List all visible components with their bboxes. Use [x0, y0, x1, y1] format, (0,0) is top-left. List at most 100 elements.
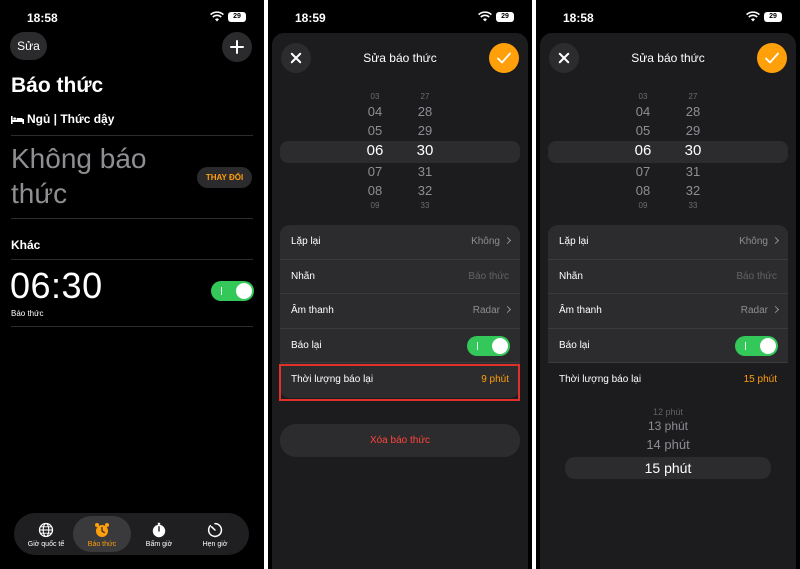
status-bar: 18:59 29 — [268, 0, 532, 34]
edit-alarm-screen: 18:59 29 Sửa báo thức 03 04 05 06 07 08 — [268, 0, 532, 569]
divider — [11, 218, 253, 219]
page-title: Báo thức — [11, 74, 104, 97]
minute-option: 27 — [688, 92, 698, 101]
minute-option: 32 — [417, 183, 433, 198]
chevron-right-icon — [771, 306, 780, 314]
snooze-toggle[interactable] — [467, 335, 510, 356]
other-section-label: Khác — [11, 238, 41, 252]
hour-option: 05 — [635, 123, 651, 138]
bed-icon — [11, 115, 24, 124]
edit-sheet: Sửa báo thức 03 04 05 06 07 08 09 27 28 … — [540, 33, 796, 569]
sound-row[interactable]: Âm thanh Radar — [280, 294, 520, 329]
row-value: Radar — [472, 305, 500, 317]
row-label: Âm thanh — [559, 305, 602, 317]
picker-selection-band — [280, 141, 520, 163]
row-label: Âm thanh — [291, 305, 334, 317]
snooze-duration-row[interactable]: Thời lượng báo lại 15 phút — [548, 363, 788, 398]
snooze-row: Báo lại — [548, 329, 788, 364]
label-input[interactable]: Báo thức — [468, 271, 509, 282]
snooze-option: 13 phút — [647, 419, 689, 433]
battery-icon: 29 — [764, 12, 782, 22]
toggle-knob — [236, 283, 252, 299]
chevron-right-icon — [503, 236, 512, 245]
minute-option: 27 — [420, 92, 430, 101]
tab-stopwatch[interactable]: Bấm giờ — [130, 516, 188, 552]
label-row[interactable]: Nhãn Báo thức — [280, 260, 520, 295]
status-time: 18:59 — [295, 11, 326, 25]
repeat-row[interactable]: Lặp lại Không — [280, 225, 520, 260]
snooze-option: 12 phút — [652, 407, 684, 417]
change-button[interactable]: THAY ĐỔI — [197, 167, 252, 188]
delete-alarm-button[interactable]: Xóa báo thức — [280, 424, 520, 457]
chevron-right-icon — [771, 236, 780, 245]
hour-option: 08 — [635, 183, 651, 198]
minute-wheel[interactable]: 27 28 29 30 31 32 33 — [673, 91, 713, 211]
tab-world-clock[interactable]: Giờ quốc tế — [17, 516, 75, 552]
hour-wheel[interactable]: 03 04 05 06 07 08 09 — [623, 91, 663, 211]
checkmark-icon — [765, 52, 779, 64]
stopwatch-icon — [152, 522, 166, 538]
settings-group: Lặp lại Không Nhãn Báo thức Âm thanh Rad… — [548, 225, 788, 398]
tab-label: Bấm giờ — [145, 541, 173, 548]
row-value: Radar — [740, 305, 768, 317]
toggle-on-mark — [221, 287, 222, 295]
alarm-toggle[interactable] — [211, 281, 254, 301]
label-input[interactable]: Báo thức — [736, 271, 777, 282]
save-button[interactable] — [757, 43, 787, 73]
tab-alarm[interactable]: Báo thức — [73, 516, 131, 552]
minute-option: 33 — [688, 201, 698, 210]
edit-button[interactable]: Sửa — [10, 32, 47, 60]
highlight-box — [279, 364, 520, 401]
status-time: 18:58 — [563, 11, 594, 25]
hour-option: 03 — [370, 92, 380, 101]
label-row[interactable]: Nhãn Báo thức — [548, 260, 788, 295]
row-label: Báo lại — [291, 339, 322, 351]
row-label: Thời lượng báo lại — [559, 374, 642, 386]
tab-timer[interactable]: Hẹn giờ — [186, 516, 244, 552]
row-value: Không — [739, 236, 768, 247]
minute-wheel[interactable]: 27 28 29 30 31 32 33 — [405, 91, 445, 211]
time-picker[interactable]: 03 04 05 06 07 08 09 27 28 29 30 31 32 3… — [540, 91, 796, 211]
minute-option: 31 — [417, 164, 433, 179]
hour-option: 04 — [635, 104, 651, 119]
toggle-on-mark — [477, 341, 478, 350]
minute-option: 33 — [420, 201, 430, 210]
divider — [11, 259, 253, 260]
wifi-icon — [478, 11, 492, 22]
minute-option: 28 — [685, 104, 701, 119]
minute-option: 29 — [417, 123, 433, 138]
row-label: Nhãn — [291, 270, 315, 282]
snooze-wheel[interactable]: 12 phút 13 phút 14 phút 15 phút — [540, 407, 796, 479]
row-label: Lặp lại — [291, 236, 321, 247]
snooze-option: 14 phút — [646, 437, 690, 452]
hour-wheel[interactable]: 03 04 05 06 07 08 09 — [355, 91, 395, 211]
snooze-duration-picker[interactable]: 12 phút 13 phút 14 phút 15 phút — [540, 407, 796, 487]
row-label: Nhãn — [559, 270, 583, 282]
edit-alarm-snooze-screen: 18:58 29 Sửa báo thức 03 04 05 06 07 08 — [536, 0, 800, 569]
status-bar: 18:58 29 — [536, 0, 800, 34]
time-picker[interactable]: 03 04 05 06 07 08 09 27 28 29 30 31 32 3… — [272, 91, 528, 211]
chevron-right-icon — [503, 306, 512, 314]
save-button[interactable] — [489, 43, 519, 73]
alarm-time[interactable]: 06:30 — [10, 265, 103, 307]
divider — [11, 326, 253, 327]
sound-row[interactable]: Âm thanh Radar — [548, 294, 788, 329]
hour-option: 09 — [370, 201, 380, 210]
hour-option: 04 — [367, 104, 383, 119]
add-alarm-button[interactable] — [222, 32, 252, 62]
tab-label: Hẹn giờ — [202, 541, 228, 548]
row-label: Lặp lại — [559, 236, 589, 247]
sleep-wake-label: Ngủ | Thức dậy — [27, 112, 115, 126]
tab-bar: Giờ quốc tế Báo thức Bấm giờ Hẹn giờ — [14, 513, 249, 555]
minute-option: 31 — [685, 164, 701, 179]
minute-selected: 30 — [684, 142, 702, 159]
no-alarm-text: Không báo thức — [11, 143, 147, 209]
tab-label: Giờ quốc tế — [27, 541, 65, 548]
checkmark-icon — [497, 52, 511, 64]
timer-icon — [207, 522, 223, 538]
divider — [11, 135, 253, 136]
repeat-row[interactable]: Lặp lại Không — [548, 225, 788, 260]
snooze-toggle[interactable] — [735, 335, 778, 356]
status-bar: 18:58 29 — [0, 0, 264, 34]
snooze-row: Báo lại — [280, 329, 520, 364]
